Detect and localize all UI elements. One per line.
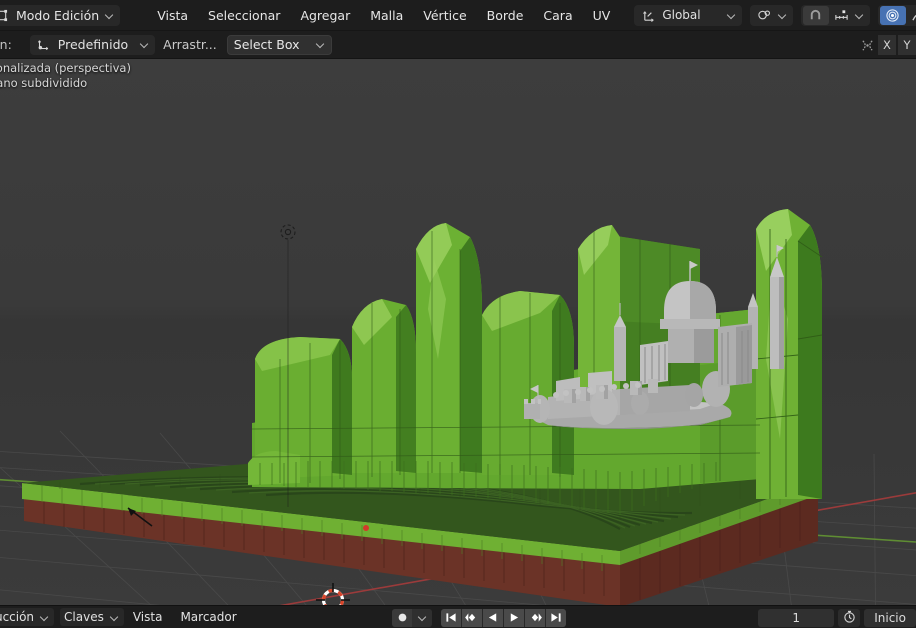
- chevron-down-icon: [316, 40, 325, 49]
- menu-malla[interactable]: Malla: [360, 5, 413, 26]
- chevron-down-icon: [778, 11, 787, 20]
- 3d-viewport[interactable]: ersonalizada (perspectiva) ) Plano subdi…: [0, 59, 916, 605]
- transform-preset-dropdown[interactable]: Predefinido: [29, 34, 156, 55]
- transform-preset-label: Predefinido: [57, 37, 129, 52]
- proportional-edit-group: [877, 4, 916, 26]
- sync-mode-button[interactable]: [838, 608, 861, 627]
- tool-settings-bar: ación: Predefinido Arrastr... Select Box: [0, 31, 916, 59]
- tool-settings-right-group: X Y: [858, 31, 916, 59]
- tool-settings-label: ación:: [0, 37, 12, 52]
- falloff-type-dropdown[interactable]: [906, 6, 916, 25]
- timeline-editor-dropdown[interactable]: oducción: [0, 608, 55, 626]
- drag-label: Arrastr...: [163, 37, 217, 52]
- transform-orientation-label: Global: [662, 8, 701, 22]
- drag-action-label: Select Box: [233, 37, 300, 52]
- pivot-point-dropdown[interactable]: [752, 6, 791, 25]
- snap-increment-icon: [833, 6, 851, 24]
- play-reverse-button[interactable]: [483, 608, 503, 627]
- jump-to-start-button[interactable]: [441, 608, 461, 627]
- auto-keying-group: [392, 608, 432, 627]
- header-menu-bar: Vista Seleccionar Agregar Malla Vértice …: [147, 5, 620, 26]
- interaction-mode-dropdown[interactable]: Modo Edición: [0, 4, 121, 26]
- jump-to-start-icon: [445, 608, 457, 627]
- pivot-point-group: [749, 4, 793, 26]
- transform-orientation-dropdown[interactable]: Global: [636, 6, 739, 25]
- chevron-down-icon: [727, 11, 736, 20]
- edit-mode-icon: [0, 6, 10, 24]
- orientation-axes-icon: [640, 6, 658, 24]
- auto-keying-button[interactable]: [392, 608, 412, 627]
- proportional-edit-toggle[interactable]: [879, 5, 906, 25]
- jump-to-end-button[interactable]: [546, 608, 566, 627]
- axis-y-button[interactable]: Y: [898, 35, 916, 55]
- timeline-menu-vista[interactable]: Vista: [124, 610, 172, 624]
- chevron-down-icon: [855, 11, 864, 20]
- snap-toggle-button[interactable]: [802, 5, 829, 25]
- snap-group: [800, 4, 870, 26]
- next-keyframe-icon: [528, 608, 542, 627]
- auto-keying-settings-button[interactable]: [412, 608, 432, 627]
- options-icon[interactable]: [858, 36, 876, 54]
- chevron-down-icon: [40, 613, 49, 622]
- start-frame-field[interactable]: Inicio: [864, 608, 916, 627]
- menu-cara[interactable]: Cara: [533, 5, 582, 26]
- play-icon: [508, 608, 520, 627]
- menu-agregar[interactable]: Agregar: [290, 5, 360, 26]
- next-keyframe-button[interactable]: [525, 608, 545, 627]
- viewport-scene: [0, 59, 916, 605]
- record-icon: [397, 608, 408, 627]
- chevron-down-icon: [418, 613, 427, 622]
- timeline-frame-group: 1 Inicio: [758, 606, 916, 628]
- playback-controls: [392, 606, 566, 628]
- menu-vertice[interactable]: Vértice: [413, 5, 476, 26]
- keying-set-label: Claves: [64, 610, 104, 624]
- pivot-point-icon: [756, 6, 774, 24]
- chevron-down-icon: [140, 40, 149, 49]
- timeline-header: oducción Claves Vista Marcador: [0, 605, 916, 628]
- active-vertex: [363, 525, 369, 531]
- chevron-down-icon: [105, 11, 114, 20]
- drag-action-dropdown[interactable]: Select Box: [226, 34, 332, 55]
- jump-to-end-icon: [550, 608, 562, 627]
- transform-orientation-group: Global: [634, 4, 742, 26]
- falloff-curve-icon: [910, 6, 916, 24]
- viewport-header: Modo Edición Vista Seleccionar Agregar M…: [0, 0, 916, 31]
- keying-set-dropdown[interactable]: Claves: [60, 608, 124, 626]
- menu-seleccionar[interactable]: Seleccionar: [198, 5, 290, 26]
- timeline-menu-marcador[interactable]: Marcador: [171, 610, 245, 624]
- move-tool-icon: [34, 36, 52, 54]
- menu-vista[interactable]: Vista: [147, 5, 198, 26]
- stopwatch-icon: [843, 608, 856, 627]
- interaction-mode-label: Modo Edición: [16, 7, 100, 23]
- play-reverse-icon: [487, 608, 499, 627]
- menu-borde[interactable]: Borde: [477, 5, 534, 26]
- play-button[interactable]: [504, 608, 524, 627]
- proportional-edit-icon: [884, 6, 902, 24]
- axis-x-button[interactable]: X: [878, 35, 896, 55]
- current-frame-field[interactable]: 1: [758, 608, 835, 627]
- prev-keyframe-button[interactable]: [462, 608, 482, 627]
- timeline-editor-label: oducción: [0, 610, 35, 624]
- chevron-down-icon: [110, 613, 119, 622]
- transport-controls: [441, 608, 566, 627]
- prev-keyframe-icon: [465, 608, 479, 627]
- menu-uv[interactable]: UV: [583, 5, 621, 26]
- snap-settings-dropdown[interactable]: [829, 6, 868, 25]
- snap-magnet-icon: [807, 6, 825, 24]
- blender-window: Modo Edición Vista Seleccionar Agregar M…: [0, 0, 916, 628]
